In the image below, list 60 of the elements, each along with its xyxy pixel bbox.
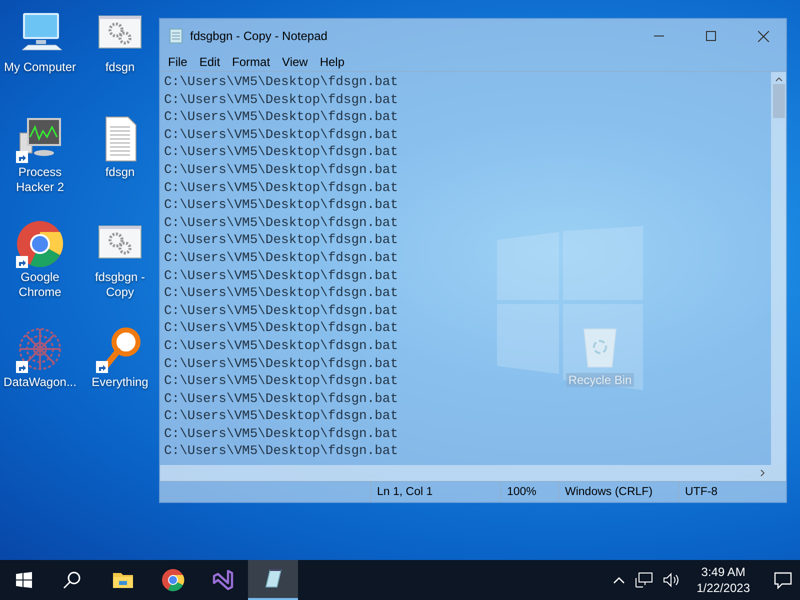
desktop-icon-label[interactable]: fdsgn <box>81 60 159 75</box>
menu-item[interactable]: Help <box>314 55 351 69</box>
vertical-scrollbar[interactable] <box>771 72 786 465</box>
line-ending-type: Windows (CRLF) <box>558 482 678 502</box>
text-line: C:\Users\VM5\Desktop\fdsgn.bat <box>164 390 398 408</box>
desktop-icon-label[interactable]: Process Hacker 2 <box>1 165 79 195</box>
clock[interactable]: 3:49 AM 1/22/2023 <box>690 564 756 596</box>
text-line: C:\Users\VM5\Desktop\fdsgn.bat <box>164 196 398 214</box>
desktop-icon-label[interactable]: Google Chrome <box>1 270 79 300</box>
notification-icon[interactable] <box>774 571 792 589</box>
maximize-icon <box>706 31 716 41</box>
network-icon[interactable] <box>634 572 653 588</box>
scroll-up-icon <box>774 76 782 82</box>
menu-item[interactable]: View <box>276 55 314 69</box>
text-line: C:\Users\VM5\Desktop\fdsgn.bat <box>164 319 398 337</box>
text-line: C:\Users\VM5\Desktop\fdsgn.bat <box>164 424 398 442</box>
text-line: C:\Users\VM5\Desktop\fdsgn.bat <box>164 266 398 284</box>
encoding: UTF-8 <box>678 482 778 502</box>
scroll-right-icon <box>760 469 766 477</box>
cursor-position: Ln 1, Col 1 <box>370 482 500 502</box>
windows-logo-icon <box>16 572 32 588</box>
desktop-icon-label[interactable]: fdsgn <box>81 165 159 180</box>
pattern-icon <box>16 325 64 373</box>
text-line: C:\Users\VM5\Desktop\fdsgn.bat <box>164 248 398 267</box>
volume-icon[interactable] <box>662 572 681 588</box>
text-line: C:\Users\VM5\Desktop\fdsgn.bat <box>164 442 398 460</box>
menu-item[interactable]: File <box>162 55 194 69</box>
text-line: C:\Users\VM5\Desktop\fdsgn.bat <box>164 231 398 249</box>
window-title: fdsgbgn - Copy - Notepad <box>190 29 328 43</box>
horizontal-scrollbar[interactable] <box>160 465 786 481</box>
tricolor-circle-icon <box>16 220 64 268</box>
notepad-icon <box>168 28 184 44</box>
infinity-ribbon-icon <box>211 568 235 592</box>
desktop-icon-label[interactable]: My Computer <box>1 60 79 75</box>
text-line: C:\Users\VM5\Desktop\fdsgn.bat <box>164 214 398 232</box>
desktop-icon-label[interactable]: DataWagon... <box>1 375 79 390</box>
search-icon <box>63 571 81 589</box>
desktop-icon-label[interactable]: fdsgbgn - Copy <box>81 270 159 300</box>
text-line: C:\Users\VM5\Desktop\fdsgn.bat <box>164 178 398 196</box>
menu-item[interactable]: Format <box>226 55 276 69</box>
taskbar-app-button[interactable] <box>248 560 298 600</box>
text-line: C:\Users\VM5\Desktop\fdsgn.bat <box>164 372 398 390</box>
text-line: C:\Users\VM5\Desktop\fdsgn.bat <box>164 336 398 354</box>
close-icon <box>758 30 768 42</box>
text-line: C:\Users\VM5\Desktop\fdsgn.bat <box>164 354 398 372</box>
text-line: C:\Users\VM5\Desktop\fdsgn.bat <box>164 284 398 302</box>
menu-item[interactable]: Edit <box>193 55 226 69</box>
chevron-up-icon[interactable] <box>612 576 625 584</box>
text-line: C:\Users\VM5\Desktop\fdsgn.bat <box>164 302 398 320</box>
text-line: C:\Users\VM5\Desktop\fdsgn.bat <box>164 407 398 425</box>
zoom-level: 100% <box>500 482 558 502</box>
text-line: C:\Users\VM5\Desktop\fdsgn.bat <box>164 143 398 161</box>
desktop-icon-label[interactable]: Everything <box>81 375 159 390</box>
text-line: C:\Users\VM5\Desktop\fdsgn.bat <box>164 160 398 179</box>
text-line: C:\Users\VM5\Desktop\fdsgn.bat <box>164 108 398 126</box>
text-line: C:\Users\VM5\Desktop\fdsgn.bat <box>164 73 398 91</box>
tricolor-circle-icon <box>161 568 185 592</box>
text-line: C:\Users\VM5\Desktop\fdsgn.bat <box>164 126 398 144</box>
scroll-thumb[interactable] <box>772 84 784 118</box>
text-line: C:\Users\VM5\Desktop\fdsgn.bat <box>164 90 398 108</box>
